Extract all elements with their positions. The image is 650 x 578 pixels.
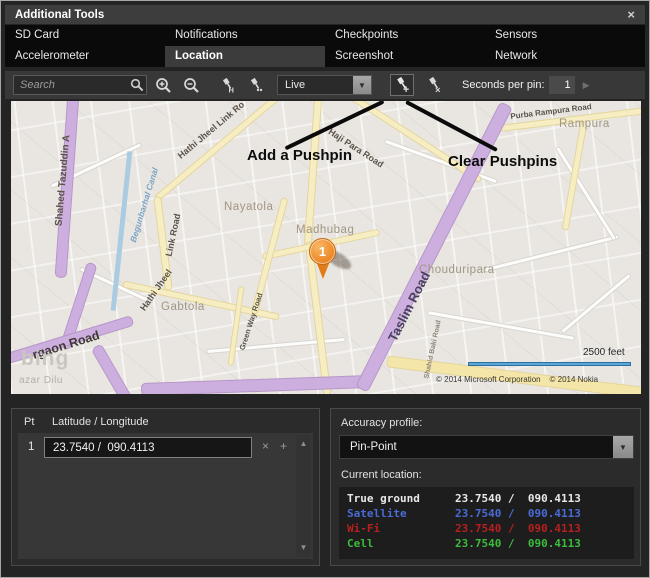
table-row: True ground 23.7540 / 090.4113 bbox=[347, 491, 634, 506]
center-on-pushpin-icon[interactable]: H bbox=[215, 74, 239, 96]
tab-strip: SD Card Notifications Checkpoints Sensor… bbox=[5, 25, 645, 67]
map-toolbar: H Live ▼ + × Seconds per pin: ▶ bbox=[5, 71, 645, 99]
scroll-down-icon[interactable]: ▼ bbox=[296, 541, 311, 555]
window-title: Additional Tools bbox=[15, 8, 105, 21]
latlong-input[interactable] bbox=[44, 437, 252, 458]
point-number: 1 bbox=[28, 441, 35, 453]
close-icon[interactable]: × bbox=[627, 8, 635, 21]
map-copyright: © 2014 Microsoft Corporation © 2014 Noki… bbox=[436, 375, 599, 384]
area-label: Gabtola bbox=[161, 301, 205, 313]
road-segment bbox=[559, 272, 633, 335]
current-location-label: Current location: bbox=[341, 469, 422, 481]
tab-notifications[interactable]: Notifications bbox=[165, 25, 325, 46]
annotation-add-pushpin: Add a Pushpin bbox=[247, 147, 352, 164]
row-value: 23.7540 / 090.4113 bbox=[455, 537, 581, 550]
road-segment bbox=[482, 234, 620, 273]
road-label: Taslim Road bbox=[384, 269, 434, 344]
zoom-out-button[interactable] bbox=[179, 74, 203, 96]
road-segment bbox=[426, 310, 576, 341]
road-segment bbox=[561, 121, 588, 231]
tab-network[interactable]: Network bbox=[485, 46, 645, 67]
tab-sd-card[interactable]: SD Card bbox=[5, 25, 165, 46]
scale-bar bbox=[468, 362, 631, 366]
scale-label: 2500 feet bbox=[583, 347, 625, 358]
map-canvas[interactable]: Shahed Tazuddin A Hathi Jheel Link Ro Li… bbox=[11, 101, 641, 394]
search-box bbox=[13, 75, 147, 95]
pushpin-list: 1 × + ▲ ▼ bbox=[18, 433, 313, 559]
accuracy-profile-value: Pin-Point bbox=[350, 441, 397, 453]
chevron-down-icon[interactable]: ▼ bbox=[613, 436, 633, 458]
pushpin-list-panel: Pt Latitude / Longitude 1 × + ▲ ▼ bbox=[11, 408, 320, 566]
center-on-location-icon[interactable] bbox=[243, 74, 267, 96]
zoom-in-button[interactable] bbox=[151, 74, 175, 96]
add-point-icon[interactable]: + bbox=[280, 440, 287, 452]
tab-sensors[interactable]: Sensors bbox=[485, 25, 645, 46]
row-label: Cell bbox=[347, 537, 374, 550]
row-value: 23.7540 / 090.4113 bbox=[455, 522, 581, 535]
road-segment bbox=[140, 374, 372, 394]
tab-screenshot[interactable]: Screenshot bbox=[325, 46, 485, 67]
annotation-clear-pushpins: Clear Pushpins bbox=[448, 153, 558, 170]
column-header-latlong: Latitude / Longitude bbox=[52, 416, 149, 428]
column-header-pt: Pt bbox=[24, 416, 35, 428]
seconds-per-pin-label: Seconds per pin: bbox=[462, 79, 545, 91]
play-pins-icon[interactable]: ▶ bbox=[583, 80, 590, 91]
current-location-table: True ground 23.7540 / 090.4113 Satellite… bbox=[339, 487, 634, 559]
delete-point-icon[interactable]: × bbox=[262, 440, 269, 452]
tab-row-1: SD Card Notifications Checkpoints Sensor… bbox=[5, 25, 645, 46]
tab-accelerometer[interactable]: Accelerometer bbox=[5, 46, 165, 67]
row-label: Wi-Fi bbox=[347, 522, 381, 535]
row-value: 23.7540 / 090.4113 bbox=[455, 492, 581, 505]
row-label: True ground bbox=[347, 492, 420, 505]
title-bar: Additional Tools × bbox=[5, 5, 645, 24]
scrollbar[interactable]: ▲ ▼ bbox=[296, 435, 311, 557]
clear-pushpins-button[interactable]: × bbox=[422, 74, 446, 96]
accuracy-profile-label: Accuracy profile: bbox=[341, 417, 423, 429]
area-label: azar Dilu bbox=[19, 375, 63, 386]
road-segment bbox=[90, 343, 142, 394]
area-label: Madhubag bbox=[296, 224, 355, 236]
table-row: Satellite 23.7540 / 090.4113 bbox=[347, 506, 634, 521]
tab-checkpoints[interactable]: Checkpoints bbox=[325, 25, 485, 46]
seconds-per-pin-input[interactable] bbox=[548, 76, 575, 94]
tab-location[interactable]: Location bbox=[165, 46, 325, 67]
accuracy-panel: Accuracy profile: Pin-Point ▼ Current lo… bbox=[330, 408, 641, 566]
area-label: Nayatola bbox=[224, 201, 274, 213]
add-pushpin-button[interactable]: + bbox=[390, 74, 414, 96]
table-row: Cell 23.7540 / 090.4113 bbox=[347, 536, 634, 551]
accuracy-profile-dropdown[interactable]: Pin-Point ▼ bbox=[339, 435, 634, 459]
bing-logo: bing bbox=[21, 347, 70, 370]
mode-dropdown[interactable]: Live ▼ bbox=[277, 75, 372, 95]
tab-row-2: Accelerometer Location Screenshot Networ… bbox=[5, 46, 645, 67]
svg-text:×: × bbox=[435, 85, 441, 94]
area-label: Rampura bbox=[559, 118, 610, 130]
mode-dropdown-value: Live bbox=[285, 79, 306, 91]
search-input[interactable] bbox=[13, 75, 147, 95]
svg-text:+: + bbox=[403, 84, 409, 94]
pushpin-1[interactable]: 1 bbox=[309, 238, 336, 265]
additional-tools-window: Additional Tools × SD Card Notifications… bbox=[0, 0, 650, 578]
scroll-up-icon[interactable]: ▲ bbox=[296, 437, 311, 451]
search-icon bbox=[130, 78, 144, 97]
table-row: Wi-Fi 23.7540 / 090.4113 bbox=[347, 521, 634, 536]
svg-text:H: H bbox=[228, 85, 233, 94]
row-value: 23.7540 / 090.4113 bbox=[455, 507, 581, 520]
chevron-down-icon[interactable]: ▼ bbox=[353, 76, 371, 94]
row-label: Satellite bbox=[347, 507, 407, 520]
